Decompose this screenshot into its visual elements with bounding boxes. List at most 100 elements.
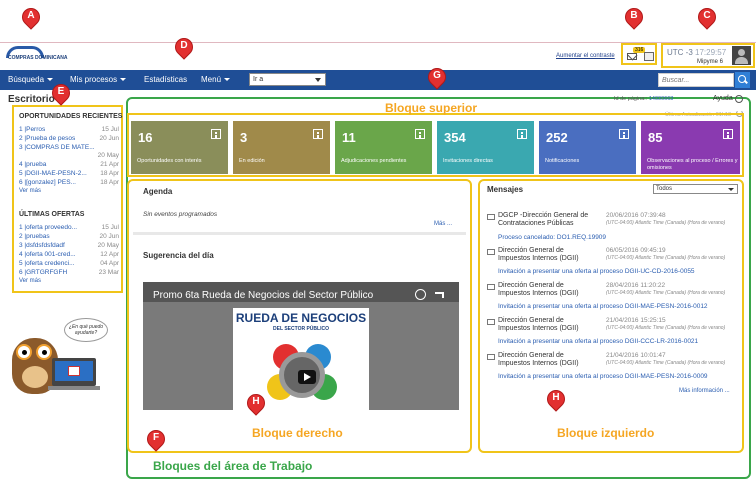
message-link[interactable]: Invitación a presentar una oferta al pro…: [498, 268, 695, 275]
marker-letter: E: [57, 86, 65, 97]
marker-letter: F: [152, 432, 160, 443]
tile-label: Observaciones al proceso / Errores y omi…: [647, 158, 738, 171]
page-title: Escritorio: [8, 94, 55, 105]
item-date: 20 May: [97, 242, 119, 249]
tile-invitaciones[interactable]: 354 Invitaciones directas: [437, 121, 534, 174]
nav-busqueda[interactable]: Búsqueda: [8, 75, 54, 84]
list-item[interactable]: 6 |GRTGRFGFH 23 Mar: [19, 269, 119, 278]
nav-menu-label: Menú: [201, 75, 222, 84]
search-button[interactable]: [735, 72, 750, 88]
notifications-box: 316: [621, 43, 657, 65]
mail-icon[interactable]: [627, 53, 637, 60]
contrast-link[interactable]: Aumentar el contraste: [556, 53, 615, 59]
list-item[interactable]: 5 |DGII-MAE-PESN-2... 18 Apr: [19, 170, 119, 179]
marker-c: C: [694, 4, 720, 30]
list-item[interactable]: 1 |oferta proveedo... 15 Jul: [19, 224, 119, 233]
marker-d: D: [171, 34, 197, 60]
item-label: 5 |DGII-MAE-PESN-2...: [19, 170, 87, 177]
message-sender: Dirección General de Impuestos Internos …: [498, 317, 579, 332]
offers-heading: ÚLTIMAS OFERTAS: [19, 211, 85, 218]
list-item[interactable]: 1 |Perros 15 Jul: [19, 126, 119, 135]
tile-count: 85: [648, 130, 663, 145]
agenda-title: Agenda: [143, 187, 173, 196]
list-item[interactable]: 4 |prueba 21 Apr: [19, 161, 119, 170]
play-button[interactable]: [298, 370, 316, 384]
message-date: 21/04/2016 10:01:47: [606, 352, 666, 359]
nav-menu[interactable]: Menú: [201, 75, 231, 84]
suggestion-title: Sugerencia del día: [143, 251, 214, 260]
message-sender: Dirección General de Impuestos Internos …: [498, 282, 579, 297]
video-player[interactable]: Promo 6ta Rueda de Negocios del Sector P…: [143, 282, 459, 410]
annotation-work-area: Bloques del área de Trabajo: [153, 459, 313, 473]
avatar[interactable]: [732, 46, 751, 65]
message-link[interactable]: Proceso cancelado: DO1.REQ.19909: [498, 234, 606, 241]
mail-icon: [487, 249, 495, 255]
goto-select[interactable]: Ir a: [249, 73, 326, 86]
help-link[interactable]: Ayuda: [713, 95, 733, 102]
help-icon[interactable]: [735, 95, 743, 103]
item-label: 1 |oferta proveedo...: [19, 224, 78, 231]
list-item[interactable]: 2 |pruebas 20 Jun: [19, 233, 119, 242]
owl-speech-bubble[interactable]: ¿En qué puedo ayudarte?: [64, 318, 108, 342]
opportunities-more-link[interactable]: Ver más: [19, 188, 41, 194]
item-label: 3 |dsfdsfdsfdadf: [19, 242, 65, 249]
list-item[interactable]: 6 |[gonzalez] PES... 18 Apr: [19, 179, 119, 188]
user-box: UTC -3 17:29:57 Mipyme 6: [661, 43, 755, 68]
tray-icon[interactable]: [644, 52, 654, 61]
marker-letter: D: [180, 40, 188, 51]
item-label: 4 |prueba: [19, 161, 47, 168]
message-link[interactable]: Invitación a presentar una oferta al pro…: [498, 373, 708, 380]
offers-more-link[interactable]: Ver más: [19, 278, 41, 284]
list-item[interactable]: 2 |Prueba de pesos 20 Jun: [19, 135, 119, 144]
agenda-more-link[interactable]: Más ...: [434, 221, 452, 227]
marker-letter: A: [27, 10, 35, 21]
app-logo[interactable]: COMPRAS DOMINICANA: [6, 46, 67, 66]
tile-oportunidades[interactable]: 16 Oportunidades con interés: [131, 121, 228, 174]
clock-icon[interactable]: [415, 289, 426, 300]
marker-g: G: [424, 64, 450, 90]
item-date: 18 Apr: [100, 170, 119, 177]
tile-notificaciones[interactable]: 252 Notificaciones: [539, 121, 636, 174]
message-timezone: (UTC-04:00) Atlantic Time (Canada) (Hora…: [606, 220, 726, 226]
tile-edicion[interactable]: 3 En edición: [233, 121, 330, 174]
message-link[interactable]: Invitación a presentar una oferta al pro…: [498, 338, 698, 345]
marker-letter: H: [552, 392, 560, 403]
messages-filter-select[interactable]: Todos: [653, 184, 738, 194]
sidebar-panel: OPORTUNIDADES RECIENTES 1 |Perros 15 Jul …: [12, 105, 123, 293]
message-link[interactable]: Invitación a presentar una oferta al pro…: [498, 303, 708, 310]
messages-more-link[interactable]: Más información ...: [679, 388, 730, 394]
share-icon[interactable]: [435, 292, 444, 298]
message-date: 20/06/2016 07:39:48: [606, 212, 666, 219]
messages-title: Mensajes: [487, 185, 524, 194]
nav-mis-procesos[interactable]: Mis procesos: [70, 75, 127, 84]
item-label: 1 |Perros: [19, 126, 46, 133]
list-item[interactable]: 3 |dsfdsfdsfdadf 20 May: [19, 242, 119, 251]
page-id: Id de página:: 14000663: [614, 96, 673, 102]
marker-f: F: [143, 426, 169, 452]
tile-adjudicaciones[interactable]: 11 Adjudicaciones pendientes: [335, 121, 432, 174]
info-icon: [619, 129, 629, 139]
search-input[interactable]: [658, 73, 734, 87]
mail-icon: [487, 319, 495, 325]
marker-b: B: [621, 4, 647, 30]
list-item[interactable]: 4 |oferta 001-cred... 12 Apr: [19, 251, 119, 260]
tile-observaciones[interactable]: 85 Observaciones al proceso / Errores y …: [641, 121, 740, 174]
message-timezone: (UTC-04:00) Atlantic Time (Canada) (Hora…: [606, 360, 726, 366]
nav-estadisticas-label: Estadísticas: [144, 75, 188, 84]
chevron-down-icon: [47, 78, 54, 82]
logo-text: COMPRAS DOMINICANA: [8, 55, 68, 61]
rueda-title: RUEDA DE NEGOCIOS: [235, 311, 367, 325]
nav-estadisticas[interactable]: Estadísticas: [144, 75, 187, 84]
annotation-upper-block: Bloque superior: [385, 101, 478, 115]
marker-letter: G: [433, 70, 441, 81]
user-name[interactable]: Mipyme 6: [697, 59, 723, 65]
marker-letter: B: [630, 10, 638, 21]
laptop-logo: [68, 366, 80, 376]
message-date: 21/04/2016 15:25:15: [606, 317, 666, 324]
clock-time: 17:29:57: [695, 48, 727, 57]
message-sender: Dirección General de Impuestos Internos …: [498, 352, 579, 367]
list-item[interactable]: 5 |oferta credenci... 04 Apr: [19, 260, 119, 269]
video-title[interactable]: Promo 6ta Rueda de Negocios del Sector P…: [153, 290, 373, 301]
annotation-left-block: Bloque izquierdo: [557, 426, 655, 440]
mail-icon: [487, 354, 495, 360]
